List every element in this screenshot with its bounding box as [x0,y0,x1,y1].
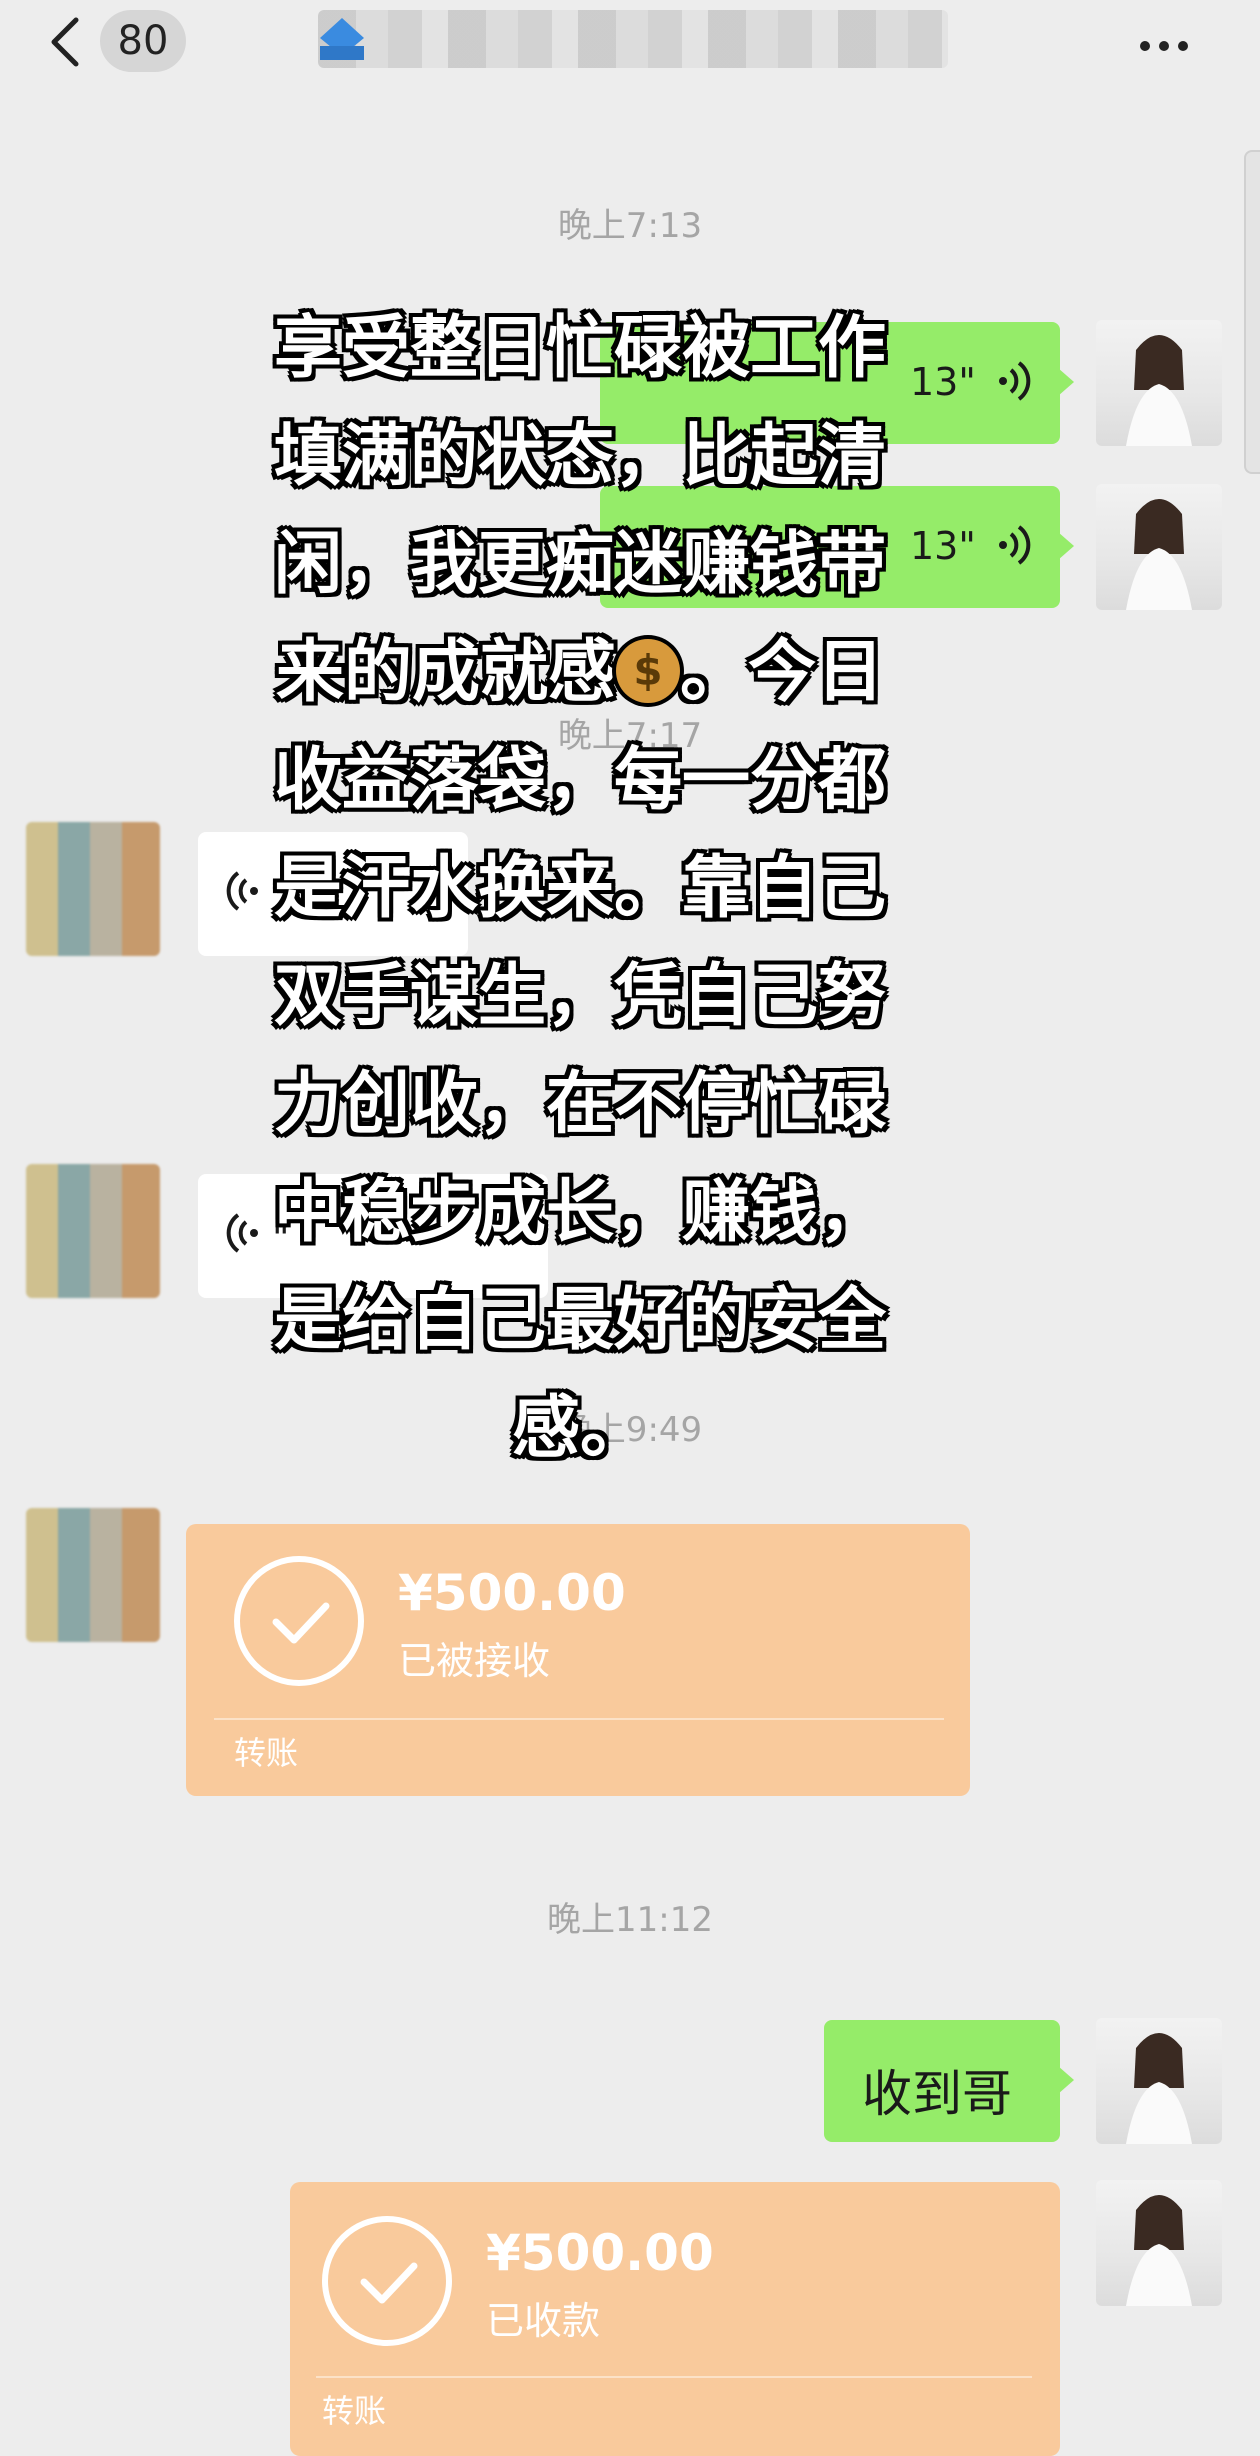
timestamp: 晚上11:12 [547,1900,713,1940]
unread-count-badge[interactable]: 80 [100,10,186,72]
my-avatar[interactable] [1096,320,1222,446]
my-avatar[interactable] [1096,2180,1222,2306]
caption-line: 感。 [511,1389,648,1468]
back-chevron-icon[interactable] [40,14,96,70]
voice-wave-icon [995,522,1035,572]
caption-line: 力创收，在不停忙碌 [273,1065,886,1144]
more-dots-icon[interactable] [1140,36,1200,51]
contact-avatar-blurred[interactable] [26,1164,160,1298]
caption-line: 享受整日忙碌被工作 [273,309,886,388]
bubble-tail [1058,2066,1074,2094]
caption-line-with-emoji: 来的成就感。今日 [220,616,940,715]
caption-line: 收益落袋，每一分都 [273,741,886,820]
caption-line: 是给自己最好的安全 [273,1281,886,1360]
caption-text: 。今日 [680,633,885,712]
caption-line: 是汗水换来。靠自己 [273,849,886,928]
check-circle-icon [322,2216,452,2346]
divider [316,2376,1032,2378]
chat-title-blurred [318,10,948,68]
my-avatar[interactable] [1096,2018,1222,2144]
message-text: 收到哥 [862,2065,1012,2123]
divider [214,1718,944,1720]
caption-line: 中稳步成长，赚钱， [273,1173,886,1252]
contact-avatar-blurred[interactable] [26,1508,160,1642]
money-bag-icon [616,639,680,703]
bubble-tail [1058,532,1074,560]
caption-line: 闲，我更痴迷赚钱带 [273,525,886,604]
scrollbar[interactable] [1244,150,1260,474]
caption-line: 填满的状态，比起清 [273,417,886,496]
my-avatar[interactable] [1096,484,1222,610]
bubble-tail [1058,368,1074,396]
transfer-status: 已被接收 [398,1639,551,1683]
title-logo-icon [318,16,366,62]
transfer-status: 已收款 [486,2299,601,2343]
timestamp: 晚上7:13 [557,206,703,246]
caption-text: 来的成就感 [275,633,616,712]
transfer-amount: ¥500.00 [398,1564,626,1622]
caption-line: 双手谋生，凭自己努 [273,957,886,1036]
transfer-label: 转账 [234,1734,299,1772]
transfer-amount: ¥500.00 [486,2224,714,2282]
check-circle-icon [234,1556,364,1686]
transfer-label: 转账 [322,2392,387,2430]
voice-wave-icon [995,358,1035,408]
contact-avatar-blurred[interactable] [26,822,160,956]
